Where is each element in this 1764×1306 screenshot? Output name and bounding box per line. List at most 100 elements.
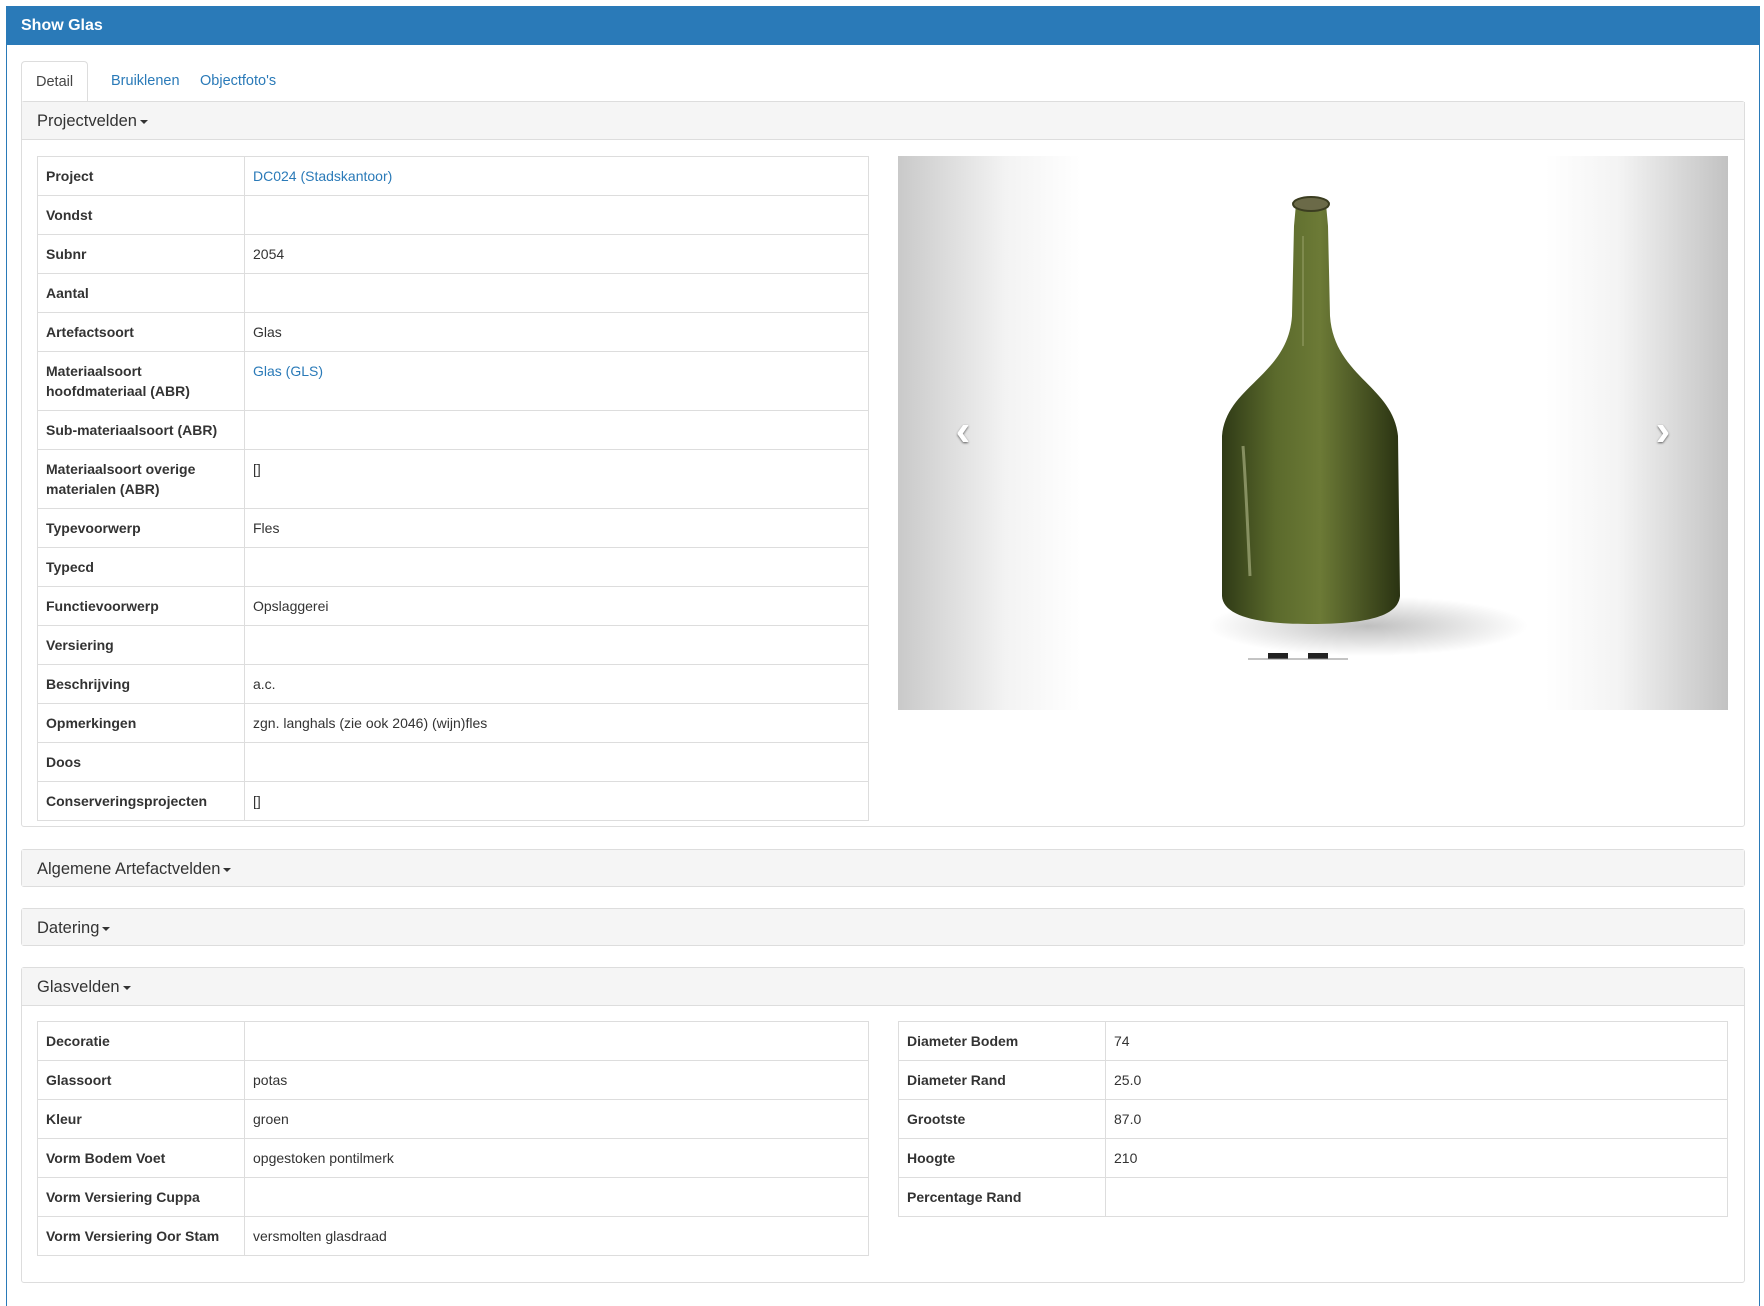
field-label: Diameter Rand — [898, 1060, 1106, 1100]
field-value: 2054 — [253, 246, 285, 262]
field-value-cell: 210 — [1105, 1138, 1728, 1178]
chevron-left-icon: ‹ — [955, 406, 971, 455]
field-value: [] — [253, 793, 261, 809]
field-label: Diameter Bodem — [898, 1021, 1106, 1061]
carousel-prev-button[interactable]: ‹ — [943, 409, 983, 453]
section-toggle-algemene[interactable]: Algemene Artefactvelden — [22, 850, 1744, 886]
table-row: Materiaalsoort overige materialen (ABR) [… — [37, 449, 869, 509]
field-label: Opmerkingen — [37, 703, 245, 743]
table-row: Kleur groen — [37, 1099, 869, 1139]
table-row: Subnr 2054 — [37, 234, 869, 274]
field-label: Project — [37, 156, 245, 196]
table-row: Percentage Rand — [898, 1177, 1728, 1217]
tab-bar: Detail Bruiklenen Objectfoto's — [21, 61, 1745, 103]
field-value: Glas — [253, 324, 282, 340]
caret-down-icon — [139, 119, 148, 124]
table-row: Artefactsoort Glas — [37, 312, 869, 352]
glas-fields-right-table: Diameter Bodem 74 Diameter Rand 25.0 Grootst… — [898, 1021, 1728, 1217]
table-row: Materiaalsoort hoofdmateriaal (ABR) Glas … — [37, 351, 869, 411]
field-value: Opslaggerei — [253, 598, 329, 614]
table-row: Aantal — [37, 273, 869, 313]
carousel-next-button[interactable]: › — [1643, 409, 1683, 453]
section-title: Projectvelden — [37, 112, 137, 130]
table-row: Diameter Bodem 74 — [898, 1021, 1728, 1061]
section-title: Datering — [37, 919, 100, 937]
section-algemene-artefactvelden: Algemene Artefactvelden — [21, 849, 1745, 887]
tab-objectfotos[interactable]: Objectfoto's — [186, 61, 290, 102]
field-value-link[interactable]: Glas (GLS) — [253, 363, 323, 379]
field-label: Percentage Rand — [898, 1177, 1106, 1217]
table-row: Typevoorwerp Fles — [37, 508, 869, 548]
field-value-cell: 74 — [1105, 1021, 1728, 1061]
table-row: Diameter Rand 25.0 — [898, 1060, 1728, 1100]
table-row: Sub-materiaalsoort (ABR) — [37, 410, 869, 450]
table-row: Conserveringsprojecten [] — [37, 781, 869, 821]
table-row: Versiering — [37, 625, 869, 665]
field-value: zgn. langhals (zie ook 2046) (wijn)fles — [253, 715, 488, 731]
field-label: Doos — [37, 742, 245, 782]
field-value-cell: 25.0 — [1105, 1060, 1728, 1100]
tab-bruiklenen[interactable]: Bruiklenen — [97, 61, 194, 102]
chevron-right-icon: › — [1655, 406, 1671, 455]
table-row: Glassoort potas — [37, 1060, 869, 1100]
field-value-cell: Opslaggerei — [244, 586, 869, 626]
field-value: opgestoken pontilmerk — [253, 1150, 394, 1166]
field-value-cell: groen — [244, 1099, 869, 1139]
project-fields-table: Project DC024 (Stadskantoor) Vondst Subnr 20… — [37, 156, 869, 821]
field-label: Subnr — [37, 234, 245, 274]
field-value: 25.0 — [1114, 1072, 1142, 1088]
field-value-cell: Glas — [244, 312, 869, 352]
field-value-cell — [244, 547, 869, 587]
field-value-cell — [244, 195, 869, 235]
field-label: Hoogte — [898, 1138, 1106, 1178]
table-row: Hoogte 210 — [898, 1138, 1728, 1178]
field-value: 74 — [1114, 1033, 1130, 1049]
field-value-cell: zgn. langhals (zie ook 2046) (wijn)fles — [244, 703, 869, 743]
section-title: Algemene Artefactvelden — [37, 860, 221, 878]
glas-fields-left-table: Decoratie Glassoort potas Kleur groen Vorm Bo… — [37, 1021, 869, 1256]
table-row: Vondst — [37, 195, 869, 235]
table-row: Functievoorwerp Opslaggerei — [37, 586, 869, 626]
field-value-cell — [244, 625, 869, 665]
table-row: Project DC024 (Stadskantoor) — [37, 156, 869, 196]
field-value: groen — [253, 1111, 289, 1127]
table-row: Vorm Bodem Voet opgestoken pontilmerk — [37, 1138, 869, 1178]
field-label: Materiaalsoort overige materialen (ABR) — [37, 449, 245, 509]
table-row: Decoratie — [37, 1021, 869, 1061]
field-value: Fles — [253, 520, 280, 536]
table-row: Beschrijving a.c. — [37, 664, 869, 704]
field-label: Grootste — [898, 1099, 1106, 1139]
table-row: Grootste 87.0 — [898, 1099, 1728, 1139]
field-value-cell: a.c. — [244, 664, 869, 704]
table-row: Doos — [37, 742, 869, 782]
tab-detail[interactable]: Detail — [21, 61, 89, 103]
section-toggle-glasvelden[interactable]: Glasvelden — [22, 968, 1744, 1006]
field-value-cell: [] — [244, 781, 869, 821]
bottle-photo — [1208, 196, 1528, 660]
field-label: Vorm Bodem Voet — [37, 1138, 245, 1178]
field-value-cell: 2054 — [244, 234, 869, 274]
field-value-cell — [244, 742, 869, 782]
field-label: Vorm Versiering Oor Stam — [37, 1216, 245, 1256]
field-value-link[interactable]: DC024 (Stadskantoor) — [253, 168, 392, 184]
field-value: 210 — [1114, 1150, 1138, 1166]
field-label: Decoratie — [37, 1021, 245, 1061]
field-label: Sub-materiaalsoort (ABR) — [37, 410, 245, 450]
caret-down-icon — [122, 985, 131, 990]
caret-down-icon — [102, 926, 111, 931]
table-row: Typecd — [37, 547, 869, 587]
field-value-cell: Glas (GLS) — [244, 351, 869, 411]
section-toggle-projectvelden[interactable]: Projectvelden — [22, 102, 1744, 140]
field-value-cell — [244, 1021, 869, 1061]
field-value: versmolten glasdraad — [253, 1228, 387, 1244]
section-title: Glasvelden — [37, 978, 120, 996]
field-value-cell — [244, 273, 869, 313]
section-toggle-datering[interactable]: Datering — [22, 909, 1744, 945]
field-value-cell: [] — [244, 449, 869, 509]
field-value-cell — [1105, 1177, 1728, 1217]
field-label: Versiering — [37, 625, 245, 665]
field-label: Vondst — [37, 195, 245, 235]
field-value: [] — [253, 461, 261, 477]
field-label: Materiaalsoort hoofdmateriaal (ABR) — [37, 351, 245, 411]
field-label: Kleur — [37, 1099, 245, 1139]
